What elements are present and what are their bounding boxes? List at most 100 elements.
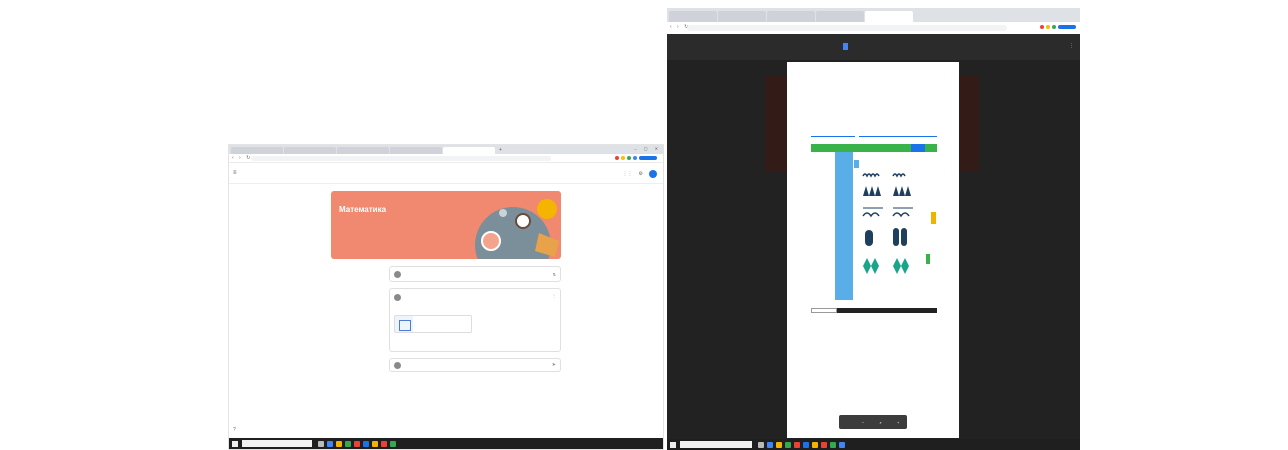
user-avatar: [394, 271, 401, 278]
browser-tab-active[interactable]: [865, 11, 913, 22]
classroom-tabs: [397, 171, 427, 174]
taskbar-app-icon[interactable]: [354, 440, 360, 447]
zoom-controls: − ⌕ +: [839, 415, 907, 429]
taskbar-search[interactable]: [680, 441, 752, 448]
help-icon[interactable]: ?: [233, 427, 236, 433]
page-footer-bar: [811, 308, 937, 313]
announce-box[interactable]: ⇅: [389, 266, 561, 282]
extension-icon[interactable]: [1040, 25, 1044, 29]
start-icon[interactable]: [232, 440, 238, 447]
send-icon[interactable]: ➤: [552, 362, 556, 368]
browser-tab[interactable]: [669, 11, 717, 22]
pdf-page: [787, 62, 959, 438]
avatar[interactable]: [649, 170, 657, 178]
extension-icon[interactable]: [1052, 25, 1056, 29]
window-controls[interactable]: – ▢ ✕: [634, 146, 661, 151]
nav-arrows-icon[interactable]: ‹ › ↻: [232, 155, 252, 161]
extension-icons[interactable]: [615, 156, 657, 160]
taskbar-search[interactable]: [242, 440, 312, 447]
menu-icon[interactable]: ≡: [233, 170, 237, 176]
more-options-icon[interactable]: ⋮: [1069, 43, 1074, 49]
user-avatar: [394, 362, 401, 369]
zoom-magnifier-icon[interactable]: ⌕: [880, 420, 882, 425]
zoom-in-button[interactable]: +: [897, 420, 899, 425]
taskbar-app-icon[interactable]: [821, 441, 827, 448]
taskbar-app-icon[interactable]: [390, 440, 396, 447]
page-rule: [859, 133, 937, 137]
browser-tabstrip: [667, 8, 1080, 22]
taskbar-app-icon[interactable]: [363, 440, 369, 447]
taskbar-app-icon[interactable]: [812, 441, 818, 448]
taskbar-app-icon[interactable]: [794, 441, 800, 448]
taskbar-app-icon[interactable]: [336, 440, 342, 447]
new-tab-icon[interactable]: +: [499, 147, 502, 154]
taskbar-app-icon[interactable]: [830, 441, 836, 448]
browser-tab[interactable]: [284, 147, 336, 154]
profile-pill[interactable]: [639, 156, 657, 160]
taskbar-app-icon[interactable]: [767, 441, 773, 448]
taskbar-app-icon[interactable]: [318, 440, 324, 447]
green-marker: [926, 254, 930, 264]
taskbar-apps: [758, 441, 845, 448]
desktop-stage: + – ▢ ✕ ‹ › ↻ ≡ ⋮⋮ ⚙ Математика ⇅ ⋮ ➤ ? …: [0, 0, 1288, 450]
apps-grid-icon[interactable]: ⋮⋮: [623, 171, 633, 177]
windows-taskbar: [229, 438, 663, 449]
address-bar: ‹ › ↻: [667, 22, 1080, 34]
taskbar-app-icon[interactable]: [327, 440, 333, 447]
extension-icon[interactable]: [627, 156, 631, 160]
settings-icon[interactable]: ⚙: [639, 171, 643, 177]
worksheet-illustration: [862, 173, 913, 274]
banner-illustration: [475, 199, 559, 259]
stream-post: ⋮: [389, 288, 561, 352]
browser-tab[interactable]: [767, 11, 815, 22]
stream-feed: ⇅ ⋮ ➤: [389, 266, 561, 378]
taskbar-app-icon[interactable]: [345, 440, 351, 447]
browser-tab[interactable]: [337, 147, 389, 154]
extension-icon[interactable]: [1046, 25, 1050, 29]
taskbar-app-icon[interactable]: [803, 441, 809, 448]
page-rule: [811, 133, 855, 137]
blue-side-tab: [854, 160, 859, 168]
classroom-window: + – ▢ ✕ ‹ › ↻ ≡ ⋮⋮ ⚙ Математика ⇅ ⋮ ➤ ?: [228, 144, 664, 450]
taskbar-app-icon[interactable]: [758, 441, 764, 448]
classroom-header: ≡ ⋮⋮ ⚙: [229, 164, 663, 184]
browser-tab[interactable]: [816, 11, 864, 22]
class-banner: Математика: [331, 191, 561, 259]
document-title[interactable]: [843, 43, 851, 50]
browser-tab-active[interactable]: [443, 147, 495, 154]
address-bar: ‹ › ↻: [229, 154, 663, 163]
browser-tab[interactable]: [390, 147, 442, 154]
repost-icon[interactable]: ⇅: [553, 272, 556, 277]
browser-tab[interactable]: [718, 11, 766, 22]
browser-tab[interactable]: [231, 147, 283, 154]
extension-icon[interactable]: [615, 156, 619, 160]
header-icons: ⋮⋮ ⚙: [623, 170, 657, 178]
windows-taskbar: [667, 439, 1080, 450]
browser-tabstrip: + – ▢ ✕: [229, 145, 663, 154]
upcoming-panel: [335, 273, 383, 279]
more-options-icon[interactable]: ⋮: [552, 293, 556, 298]
taskbar-apps: [318, 440, 396, 447]
start-icon[interactable]: [670, 441, 676, 448]
zoom-out-button[interactable]: −: [862, 420, 864, 425]
yellow-marker: [931, 212, 936, 224]
taskbar-app-icon[interactable]: [372, 440, 378, 447]
url-input[interactable]: [687, 25, 1007, 31]
taskbar-app-icon[interactable]: [839, 441, 845, 448]
post-attachment[interactable]: [394, 315, 472, 333]
taskbar-app-icon[interactable]: [776, 441, 782, 448]
url-input[interactable]: [251, 156, 551, 161]
taskbar-app-icon[interactable]: [381, 440, 387, 447]
document-icon: [843, 43, 848, 50]
class-title: Математика: [339, 205, 387, 214]
author-avatar: [394, 294, 401, 301]
extension-icon[interactable]: [621, 156, 625, 160]
profile-pill[interactable]: [1058, 25, 1076, 29]
taskbar-app-icon[interactable]: [785, 441, 791, 448]
comment-box[interactable]: ➤: [389, 358, 561, 372]
extension-icons[interactable]: [1040, 25, 1076, 29]
extension-icon[interactable]: [633, 156, 637, 160]
blue-header-block: [911, 144, 925, 152]
blue-side-bar: [835, 152, 853, 300]
green-header-bar: [811, 144, 937, 152]
